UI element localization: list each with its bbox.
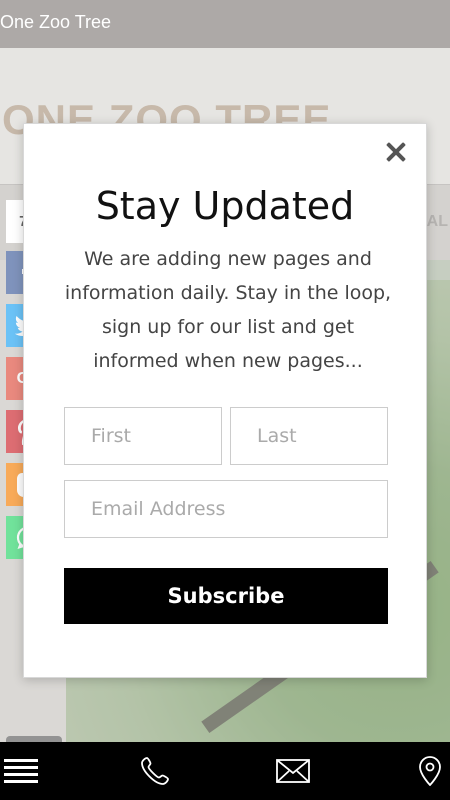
location-pin-icon [419,756,441,786]
email-input[interactable] [64,480,388,538]
phone-icon [141,757,169,785]
subscribe-button[interactable]: Subscribe [64,568,388,624]
close-icon[interactable] [384,140,408,164]
location-button[interactable] [410,742,450,800]
subscribe-popup: Stay Updated We are adding new pages and… [23,123,427,678]
popup-description: We are adding new pages and information … [64,248,392,372]
bottom-action-bar [0,742,450,800]
last-name-input[interactable] [230,407,388,465]
call-button[interactable] [130,742,180,800]
mail-icon [276,759,310,783]
email-button[interactable] [268,742,318,800]
popup-title: Stay Updated [95,184,355,228]
menu-icon [4,759,38,783]
first-name-input[interactable] [64,407,222,465]
menu-button[interactable] [0,742,42,800]
